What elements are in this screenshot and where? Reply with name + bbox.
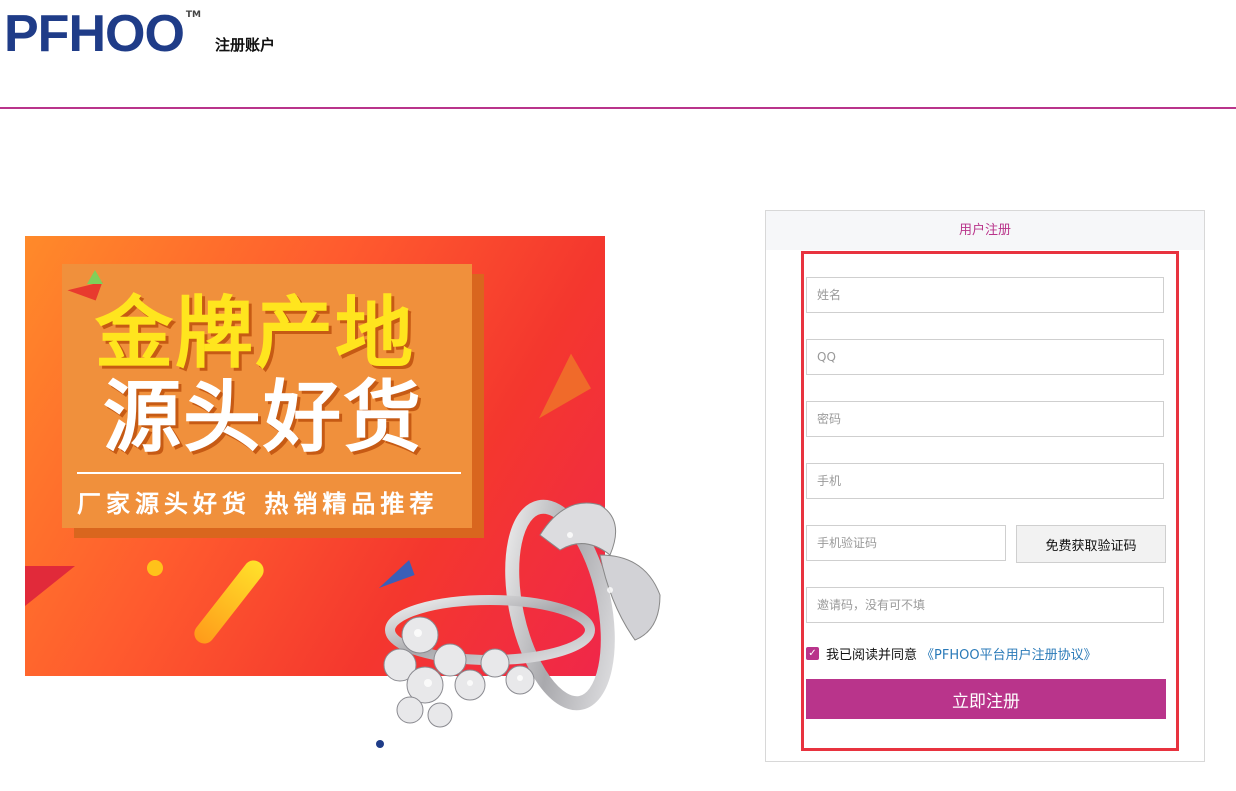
register-submit-button[interactable]: 立即注册 xyxy=(806,679,1166,719)
name-input[interactable] xyxy=(806,277,1164,313)
decor-dot xyxy=(147,560,163,576)
decor-triangle xyxy=(25,566,75,606)
register-form: 免费获取验证码 ✓ 我已阅读并同意 《PFHOO平台用户注册协议》 立即注册 xyxy=(801,251,1179,751)
banner-title-line1: 金牌产地 xyxy=(95,289,416,379)
decor-triangle xyxy=(87,270,103,284)
header-divider xyxy=(0,107,1236,109)
logo[interactable]: PFHOO TM xyxy=(4,5,202,63)
logo-text: PFHOO xyxy=(4,5,185,63)
decor-triangle xyxy=(519,353,591,419)
banner-divider xyxy=(77,472,461,474)
carousel-dot-icon[interactable] xyxy=(376,740,384,748)
agreement-link[interactable]: 《PFHOO平台用户注册协议》 xyxy=(921,644,1097,663)
rings-product-image xyxy=(383,499,661,728)
sms-code-input[interactable] xyxy=(806,525,1006,561)
page-title: 注册账户 xyxy=(215,36,276,54)
decor-stick xyxy=(190,556,268,648)
password-input[interactable] xyxy=(806,401,1164,437)
logo-trademark: TM xyxy=(185,10,202,20)
register-panel: 用户注册 免费获取验证码 ✓ 我已阅读并同意 《PFHOO平台用户注册协议》 立… xyxy=(765,210,1205,762)
agreement-text: 我已阅读并同意 xyxy=(826,648,918,663)
get-sms-code-button[interactable]: 免费获取验证码 xyxy=(1016,525,1166,563)
checkbox-checked-icon[interactable]: ✓ xyxy=(806,647,819,660)
invite-code-input[interactable] xyxy=(806,587,1164,623)
phone-input[interactable] xyxy=(806,463,1164,499)
agreement-row: ✓ 我已阅读并同意 《PFHOO平台用户注册协议》 xyxy=(806,644,1097,663)
banner-title-line2: 源头好货 xyxy=(103,373,424,463)
register-panel-title: 用户注册 xyxy=(766,211,1204,250)
qq-input[interactable] xyxy=(806,339,1164,375)
